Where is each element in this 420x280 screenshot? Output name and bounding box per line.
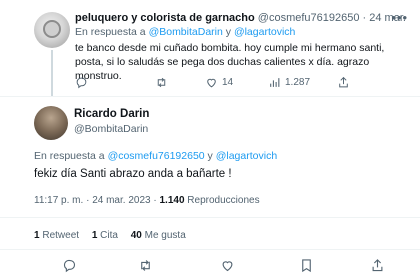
replying-to: En respuesta a @cosmefu76192650 y @lagar… xyxy=(34,150,277,162)
views-count: 1.287 xyxy=(285,77,311,88)
mention-link[interactable]: @cosmefu76192650 xyxy=(108,150,205,162)
views-button[interactable]: 1.287 xyxy=(268,76,310,89)
retweet-icon xyxy=(141,260,150,271)
mention-link[interactable]: @lagartovich xyxy=(216,150,277,162)
like-icon xyxy=(222,261,233,272)
retweet-button[interactable] xyxy=(138,258,153,273)
retweets-stat[interactable]: 1 Retweet xyxy=(34,230,82,241)
like-icon xyxy=(207,78,216,88)
share-button[interactable] xyxy=(370,258,385,273)
replying-to: En respuesta a @BombitaDarin y @lagartov… xyxy=(75,26,295,38)
likes-stat[interactable]: 40 Me gusta xyxy=(131,230,186,241)
replying-and: y xyxy=(207,150,213,162)
author-handle[interactable]: @cosmefu76192650 xyxy=(258,12,360,24)
tweet-date[interactable]: 24 mar. 2023 xyxy=(92,195,150,206)
retweet-icon xyxy=(157,77,166,88)
author-name[interactable]: peluquero y colorista de garnacho xyxy=(75,12,255,24)
separator: · xyxy=(153,195,157,206)
separator: · xyxy=(86,195,90,206)
like-button[interactable] xyxy=(220,258,235,273)
retweets-count: 1 xyxy=(34,230,40,241)
action-bar: 14 1.287 xyxy=(75,76,410,92)
views-count: 1.140 xyxy=(159,195,185,206)
replying-and: y xyxy=(225,26,232,38)
divider xyxy=(0,96,420,97)
views-icon xyxy=(270,78,280,87)
replying-prefix: En respuesta a xyxy=(34,150,105,162)
separator: · xyxy=(362,12,367,24)
avatar[interactable] xyxy=(34,106,68,140)
tweet-text: fekiz día Santi abrazo anda a bañarte ! xyxy=(34,168,232,180)
mention-link[interactable]: @BombitaDarin xyxy=(149,26,223,38)
mention-link[interactable]: @lagartovich xyxy=(234,26,295,38)
share-button[interactable] xyxy=(337,76,350,89)
like-button[interactable]: 14 xyxy=(205,76,233,89)
bookmark-button[interactable] xyxy=(299,258,314,273)
like-count: 14 xyxy=(222,77,234,88)
tweet-meta: 11:17 p. m. · 24 mar. 2023 · 1.140 Repro… xyxy=(34,195,260,206)
replying-prefix: En respuesta a xyxy=(75,26,146,38)
avatar[interactable] xyxy=(34,12,70,48)
author-handle[interactable]: @BombitaDarin xyxy=(74,123,148,135)
more-icon[interactable]: ••• xyxy=(391,10,408,25)
thread-line xyxy=(51,50,53,96)
reply-tweet[interactable]: peluquero y colorista de garnacho @cosme… xyxy=(0,0,420,96)
quotes-count: 1 xyxy=(91,230,98,241)
bookmark-icon xyxy=(302,259,311,273)
reply-icon xyxy=(76,77,87,89)
retweet-button[interactable] xyxy=(155,76,172,89)
main-action-bar xyxy=(34,258,394,274)
share-icon xyxy=(372,259,383,272)
retweets-label: Retweet xyxy=(42,230,80,241)
reply-button[interactable] xyxy=(75,76,92,89)
engagement-stats: 1 Retweet 1 Cita 40 Me gusta xyxy=(34,230,196,241)
likes-count: 40 xyxy=(130,230,142,241)
author-name[interactable]: Ricardo Darin xyxy=(74,108,149,120)
tweet-time[interactable]: 11:17 p. m. xyxy=(34,195,83,206)
likes-label: Me gusta xyxy=(144,230,186,241)
reply-button[interactable] xyxy=(62,258,77,273)
quotes-stat[interactable]: 1 Cita xyxy=(92,230,121,241)
reply-icon xyxy=(63,259,76,273)
reply-header: peluquero y colorista de garnacho @cosme… xyxy=(75,12,406,24)
views-label: Reproducciones xyxy=(187,195,260,206)
share-icon xyxy=(339,76,348,88)
divider xyxy=(0,217,420,218)
divider xyxy=(0,249,420,250)
quotes-label: Cita xyxy=(100,230,118,241)
